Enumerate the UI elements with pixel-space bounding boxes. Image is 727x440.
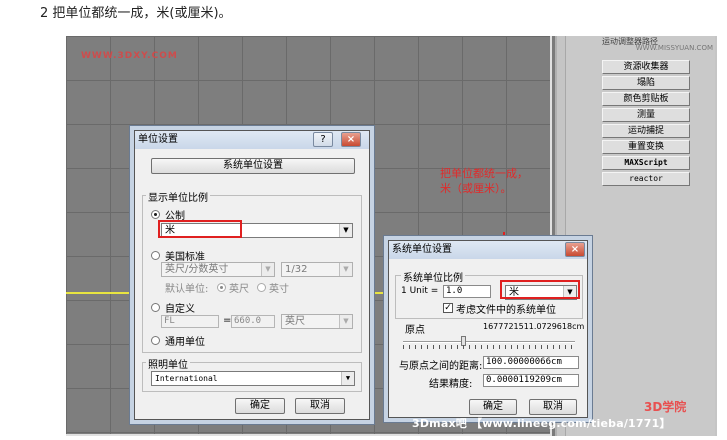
custom-radio[interactable] [151,303,160,312]
respect-system-units-label: 考虑文件中的系统单位 [456,305,556,316]
maxscript-button[interactable]: MAXScript [602,156,690,170]
reactor-button[interactable]: reactor [602,172,690,186]
close-button[interactable]: × [341,132,361,147]
help-button[interactable]: ? [313,132,333,147]
cancel-button[interactable]: 取消 [295,398,345,414]
origin-label: 原点 [405,325,425,336]
metric-radio[interactable] [151,210,160,219]
inches-radio[interactable] [257,283,266,292]
watermark-missyuan: WWW.MISSYUAN.COM [635,44,713,52]
us-units-value: 英尺/分数英寸 [165,264,229,275]
origin-slider-ticks [403,345,575,349]
close-button[interactable]: × [565,242,585,257]
annotation-line-1: 把单位都统一成， [440,167,528,180]
lighting-units-value: International [155,374,218,383]
custom-name-field[interactable]: FL [161,315,219,328]
custom-unit-select[interactable]: 英尺 ▼ [281,314,353,329]
watermark-3dxy: WWW.3DXY.COM [81,51,178,61]
max-screenshot: WWW.3DXY.COM 运动调整器路径 WWW.MISSYUAN.COM 资源… [66,36,717,436]
generic-units-label: 通用单位 [165,337,205,348]
origin-value: 1677721511.0729618cm [483,322,585,331]
unit-scale-field[interactable]: 1.0 [443,285,491,298]
system-unit-setup-button[interactable]: 系统单位设置 [151,158,355,174]
credit-watermark: 3Dmax吧 【www.lineeg.com/tieba/1771】 [412,417,671,430]
display-unit-scale-label: 显示单位比例 [146,189,210,204]
feet-radio[interactable] [217,283,226,292]
generic-units-radio[interactable] [151,336,160,345]
units-setup-dialog: 单位设置 ? × 系统单位设置 显示单位比例 公制 米 ▼ 美国标准 英尺/分数… [134,130,370,420]
ok-button[interactable]: 确定 [469,399,517,415]
metric-highlight-box [158,220,242,238]
respect-system-units-checkbox[interactable]: ✓ [443,303,453,313]
units-setup-title: 单位设置 [138,134,178,145]
us-units-select[interactable]: 英尺/分数英寸 ▼ [161,262,275,277]
distance-from-origin-field[interactable]: 100.00000066cm [483,356,579,369]
motion-capture-button[interactable]: 运动捕捉 [602,124,690,138]
lighting-units-label: 照明单位 [146,356,190,371]
custom-label: 自定义 [165,304,195,315]
tutorial-caption: 2 把单位都统一成，米(或厘米)。 [40,6,232,21]
collapse-button[interactable]: 塌陷 [602,76,690,90]
system-unit-scale-label: 系统单位比例 [401,269,465,284]
logo-3d-xueyuan: 3D学院 [644,400,687,414]
us-standard-radio[interactable] [151,251,160,260]
default-units-label: 默认单位: [165,284,209,295]
resulting-accuracy-field[interactable]: 0.0000119209cm [483,374,579,387]
resource-collector-button[interactable]: 资源收集器 [602,60,690,74]
us-fraction-select[interactable]: 1/32 ▼ [281,262,353,277]
system-unit-title: 系统单位设置 [392,244,452,255]
system-unit-titlebar: 系统单位设置 [389,241,587,259]
resulting-accuracy-label: 结果精度: [429,379,473,390]
ok-button[interactable]: 确定 [235,398,285,414]
annotation-line-2: 米（或厘米）。 [440,182,512,195]
reset-xform-button[interactable]: 重置变换 [602,140,690,154]
system-unit-highlight-box [500,280,580,299]
chevron-down-icon: ▼ [341,372,354,385]
units-setup-titlebar: 单位设置 [135,131,369,149]
chevron-down-icon: ▼ [339,224,352,237]
custom-unit-value: 英尺 [285,316,305,327]
color-clipboard-button[interactable]: 颜色剪贴板 [602,92,690,106]
feet-label: 英尺 [229,284,249,295]
us-fraction-value: 1/32 [285,264,308,275]
measure-button[interactable]: 测量 [602,108,690,122]
system-unit-setup-dialog: 系统单位设置 × 系统单位比例 1 Unit = 1.0 米 ▼ ✓ 考虑文件中… [388,240,588,418]
lighting-units-select[interactable]: International ▼ [151,371,355,386]
distance-from-origin-label: 与原点之间的距离: [399,361,483,372]
cancel-button[interactable]: 取消 [529,399,577,415]
chevron-down-icon: ▼ [261,263,274,276]
us-standard-label: 美国标准 [165,252,205,263]
unit-equals-label: 1 Unit = [401,286,439,296]
origin-slider-track[interactable] [403,341,575,343]
chevron-down-icon: ▼ [339,263,352,276]
inches-label: 英寸 [269,284,289,295]
custom-value-field[interactable]: 660.0 [231,315,275,328]
chevron-down-icon: ▼ [339,315,352,328]
